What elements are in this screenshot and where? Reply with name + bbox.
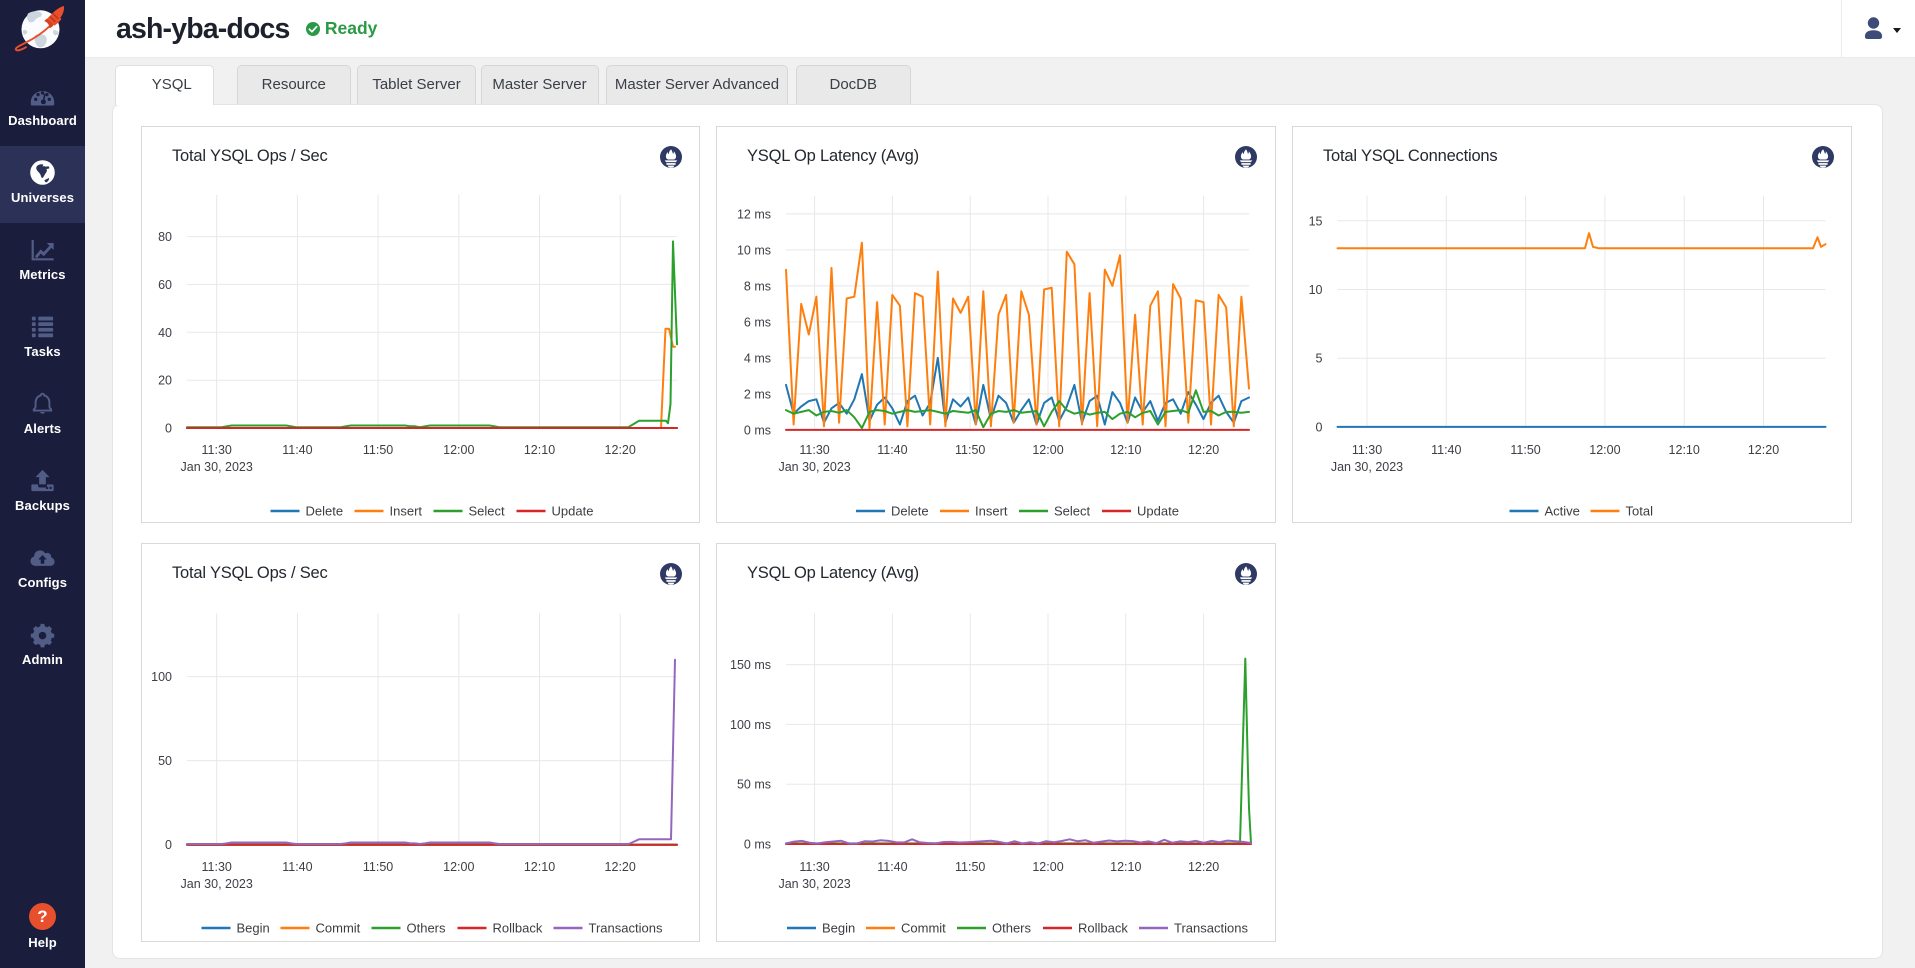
svg-text:12:00: 12:00 bbox=[443, 443, 474, 457]
svg-text:Jan 30, 2023: Jan 30, 2023 bbox=[181, 877, 253, 891]
svg-text:11:30: 11:30 bbox=[202, 443, 232, 457]
svg-text:0: 0 bbox=[165, 422, 172, 436]
svg-text:4 ms: 4 ms bbox=[744, 351, 771, 365]
svg-text:12:20: 12:20 bbox=[605, 443, 636, 457]
svg-text:80: 80 bbox=[158, 230, 172, 244]
svg-text:Jan 30, 2023: Jan 30, 2023 bbox=[1330, 460, 1402, 474]
svg-text:11:30: 11:30 bbox=[799, 860, 829, 874]
svg-text:YSQL Op Latency (Avg): YSQL Op Latency (Avg) bbox=[747, 564, 919, 582]
svg-text:0 ms: 0 ms bbox=[744, 838, 771, 852]
svg-text:11:50: 11:50 bbox=[955, 860, 985, 874]
svg-text:Select: Select bbox=[1054, 504, 1091, 519]
svg-text:150 ms: 150 ms bbox=[730, 658, 771, 672]
svg-text:12:00: 12:00 bbox=[443, 860, 474, 874]
svg-text:10: 10 bbox=[1308, 283, 1322, 297]
svg-text:12:10: 12:10 bbox=[1110, 443, 1141, 457]
svg-text:Total: Total bbox=[1625, 504, 1653, 519]
svg-text:Commit: Commit bbox=[901, 921, 946, 936]
svg-text:12:20: 12:20 bbox=[1747, 443, 1778, 457]
svg-text:15: 15 bbox=[1308, 214, 1322, 228]
svg-text:0: 0 bbox=[165, 838, 172, 852]
svg-text:11:40: 11:40 bbox=[282, 443, 312, 457]
svg-text:12:00: 12:00 bbox=[1032, 860, 1063, 874]
svg-text:Select: Select bbox=[469, 504, 506, 519]
svg-text:11:30: 11:30 bbox=[799, 443, 829, 457]
svg-text:YSQL Op Latency (Avg): YSQL Op Latency (Avg) bbox=[747, 147, 919, 165]
svg-text:100 ms: 100 ms bbox=[730, 718, 771, 732]
svg-text:12:10: 12:10 bbox=[1668, 443, 1699, 457]
svg-text:11:40: 11:40 bbox=[282, 860, 312, 874]
svg-text:12:10: 12:10 bbox=[524, 443, 555, 457]
svg-text:5: 5 bbox=[1315, 352, 1322, 366]
svg-text:Jan 30, 2023: Jan 30, 2023 bbox=[778, 877, 850, 891]
svg-text:40: 40 bbox=[158, 326, 172, 340]
svg-text:20: 20 bbox=[158, 374, 172, 388]
svg-text:Total YSQL Ops / Sec: Total YSQL Ops / Sec bbox=[172, 564, 328, 582]
svg-text:Rollback: Rollback bbox=[1078, 921, 1128, 936]
svg-text:12:10: 12:10 bbox=[524, 860, 555, 874]
svg-text:Jan 30, 2023: Jan 30, 2023 bbox=[778, 460, 850, 474]
svg-text:Delete: Delete bbox=[891, 504, 929, 519]
svg-text:Transactions: Transactions bbox=[589, 921, 663, 936]
svg-text:11:40: 11:40 bbox=[1431, 443, 1461, 457]
svg-text:Transactions: Transactions bbox=[1174, 921, 1248, 936]
svg-text:50 ms: 50 ms bbox=[737, 778, 771, 792]
svg-text:Begin: Begin bbox=[237, 921, 270, 936]
svg-text:Active: Active bbox=[1544, 504, 1579, 519]
svg-text:12:10: 12:10 bbox=[1110, 860, 1141, 874]
svg-text:100: 100 bbox=[151, 670, 172, 684]
svg-text:0 ms: 0 ms bbox=[744, 423, 771, 437]
svg-text:0: 0 bbox=[1315, 420, 1322, 434]
svg-text:12:20: 12:20 bbox=[1188, 443, 1219, 457]
svg-text:10 ms: 10 ms bbox=[737, 243, 771, 257]
svg-text:Others: Others bbox=[407, 921, 447, 936]
svg-text:Delete: Delete bbox=[306, 504, 344, 519]
svg-text:11:30: 11:30 bbox=[1351, 443, 1381, 457]
svg-text:Insert: Insert bbox=[390, 504, 423, 519]
svg-text:Total YSQL Ops / Sec: Total YSQL Ops / Sec bbox=[172, 147, 328, 165]
svg-text:12 ms: 12 ms bbox=[737, 207, 771, 221]
svg-text:6 ms: 6 ms bbox=[744, 315, 771, 329]
svg-text:8 ms: 8 ms bbox=[744, 279, 771, 293]
svg-text:11:50: 11:50 bbox=[363, 860, 393, 874]
svg-text:Begin: Begin bbox=[822, 921, 855, 936]
svg-text:50: 50 bbox=[158, 754, 172, 768]
svg-text:11:40: 11:40 bbox=[877, 443, 907, 457]
svg-text:11:50: 11:50 bbox=[1510, 443, 1540, 457]
svg-text:11:30: 11:30 bbox=[202, 860, 232, 874]
svg-text:12:20: 12:20 bbox=[1188, 860, 1219, 874]
svg-text:12:00: 12:00 bbox=[1589, 443, 1620, 457]
svg-text:Others: Others bbox=[992, 921, 1032, 936]
svg-text:12:20: 12:20 bbox=[605, 860, 636, 874]
svg-text:Jan 30, 2023: Jan 30, 2023 bbox=[181, 460, 253, 474]
svg-text:2 ms: 2 ms bbox=[744, 387, 771, 401]
svg-text:Rollback: Rollback bbox=[493, 921, 543, 936]
svg-text:Total YSQL Connections: Total YSQL Connections bbox=[1323, 147, 1497, 165]
svg-text:11:50: 11:50 bbox=[363, 443, 393, 457]
svg-text:11:40: 11:40 bbox=[877, 860, 907, 874]
svg-text:Update: Update bbox=[1137, 504, 1179, 519]
svg-text:12:00: 12:00 bbox=[1032, 443, 1063, 457]
svg-text:Update: Update bbox=[552, 504, 594, 519]
svg-text:Insert: Insert bbox=[975, 504, 1008, 519]
svg-text:60: 60 bbox=[158, 278, 172, 292]
svg-text:11:50: 11:50 bbox=[955, 443, 985, 457]
svg-text:Commit: Commit bbox=[316, 921, 361, 936]
